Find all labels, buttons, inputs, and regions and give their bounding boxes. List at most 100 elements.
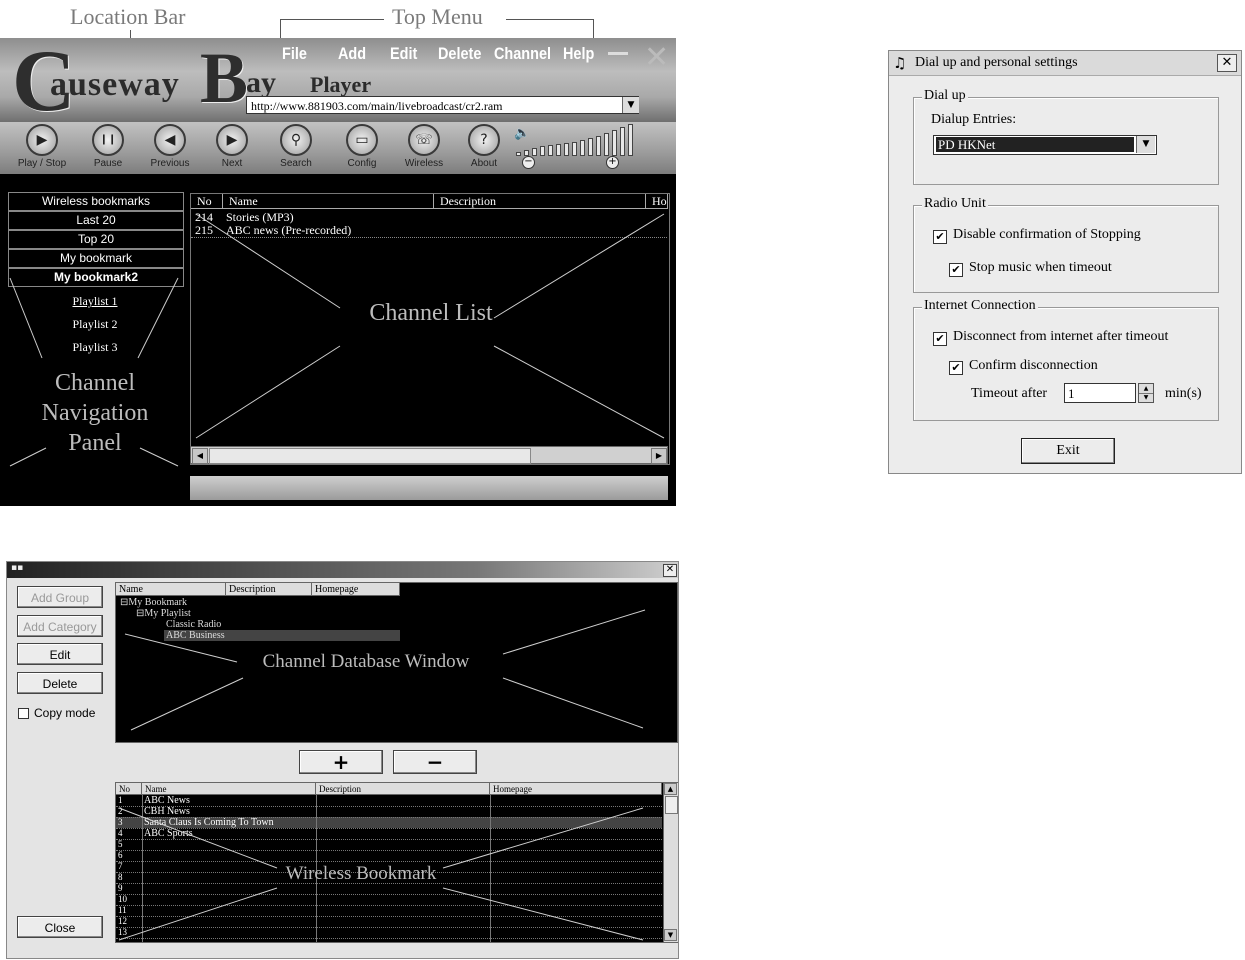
wireless-icon: ☏ — [408, 124, 440, 156]
tree-column-description[interactable]: Description — [226, 583, 312, 596]
wireless-button[interactable]: ☏ Wireless — [394, 124, 454, 172]
radio-unit-group: Radio Unit — [913, 196, 1219, 293]
nav-tab-my-bookmark[interactable]: My bookmark — [8, 249, 184, 268]
volume-up-icon[interactable]: + — [606, 156, 619, 169]
channel-database-window: ▪▪ ✕ Add Group Add Category Edit Delete … — [6, 561, 679, 959]
chevron-down-icon[interactable]: ▼ — [622, 97, 639, 113]
confirm-disconnection-checkbox[interactable]: ✔ — [949, 361, 963, 375]
chevron-down-icon[interactable]: ▼ — [1136, 136, 1155, 153]
volume-bar-6 — [556, 144, 561, 156]
list-column-description[interactable]: Description — [316, 783, 490, 795]
list-item-no: 5 — [118, 839, 123, 849]
scroll-left-icon[interactable]: ◀ — [192, 448, 208, 464]
scroll-up-icon[interactable]: ▲ — [664, 783, 677, 795]
tree-node-my-bookmark[interactable]: ⊟My Bookmark — [120, 597, 187, 608]
disable-confirmation-checkbox[interactable]: ✔ — [933, 230, 947, 244]
exit-button[interactable]: Exit — [1021, 438, 1115, 464]
add-to-bookmark-button[interactable]: + — [299, 750, 383, 774]
volume-bar-11 — [596, 136, 601, 156]
disconnect-after-timeout-checkbox[interactable]: ✔ — [933, 332, 947, 346]
pause-icon: ❙❙ — [92, 124, 124, 156]
volume-slider[interactable]: 🔈 − + — [512, 124, 636, 170]
config-button[interactable]: ▭ Config — [332, 124, 392, 172]
timeout-input[interactable]: 1 — [1064, 383, 1136, 403]
stop-music-checkbox[interactable]: ✔ — [949, 263, 963, 277]
disable-confirmation-label: Disable confirmation of Stopping — [953, 227, 1141, 242]
scroll-right-icon[interactable]: ▶ — [651, 448, 667, 464]
close-icon[interactable]: ✕ — [1217, 54, 1237, 72]
add-group-button[interactable]: Add Group — [17, 586, 103, 608]
list-column-homepage[interactable]: Homepage — [490, 783, 662, 795]
volume-down-icon[interactable]: − — [522, 156, 535, 169]
menu-add[interactable]: Add — [338, 44, 366, 64]
config-label: Config — [347, 158, 377, 169]
row-name: ABC news (Pre-recorded) — [226, 223, 352, 237]
list-column-no[interactable]: No — [116, 783, 142, 795]
tree-node-abc-business[interactable]: ABC Business — [166, 630, 225, 641]
edit-button[interactable]: Edit — [17, 643, 103, 665]
nav-tab-top-20[interactable]: Top 20 — [8, 230, 184, 249]
timeout-stepper[interactable]: ▲ ▼ — [1138, 383, 1154, 403]
menu-channel[interactable]: Channel — [494, 44, 551, 64]
column-header-name[interactable]: Name — [223, 194, 434, 209]
menu-file[interactable]: File — [282, 44, 307, 64]
list-item-no: 6 — [118, 850, 123, 860]
tree-node-classic-radio[interactable]: Classic Radio — [166, 619, 221, 630]
tree-node-my-playlist[interactable]: ⊟My Playlist — [136, 608, 191, 619]
scroll-down-icon[interactable]: ▼ — [664, 929, 677, 941]
player-toolbar: ▶ Play / Stop ❙❙ Pause ◀ Previous ▶ Next… — [0, 122, 676, 174]
play-icon: ▶ — [26, 124, 58, 156]
menu-edit[interactable]: Edit — [390, 44, 417, 64]
pause-button[interactable]: ❙❙ Pause — [78, 124, 138, 172]
tree-node-label: My Bookmark — [128, 597, 187, 608]
close-button[interactable]: Close — [17, 916, 103, 938]
copy-mode-label: Copy mode — [34, 706, 96, 720]
about-button[interactable]: ? About — [454, 124, 514, 172]
database-title-bar: ▪▪ ✕ — [7, 562, 678, 578]
dialup-entries-select[interactable]: PD HKNet ▼ — [933, 135, 1157, 155]
scroll-thumb[interactable] — [665, 796, 678, 814]
list-column-name[interactable]: Name — [142, 783, 316, 795]
playlist-item-3[interactable]: Playlist 3 — [8, 340, 182, 355]
add-category-button[interactable]: Add Category — [17, 615, 103, 637]
next-button[interactable]: ▶ Next — [202, 124, 262, 172]
overlay-line-navigation: Navigation — [41, 400, 149, 426]
remove-from-bookmark-button[interactable]: − — [393, 750, 477, 774]
delete-button[interactable]: Delete — [17, 672, 103, 694]
close-icon[interactable]: ✕ — [663, 564, 677, 577]
nav-tab-wireless-bookmarks[interactable]: Wireless bookmarks — [8, 192, 184, 211]
volume-bar-8 — [572, 142, 577, 156]
nav-tab-last-20[interactable]: Last 20 — [8, 211, 184, 230]
menu-delete[interactable]: Delete — [438, 44, 481, 64]
column-header-homepage[interactable]: Ho — [646, 194, 668, 209]
volume-bar-12 — [604, 133, 609, 156]
tree-column-name[interactable]: Name — [116, 583, 226, 596]
nav-tab-my-bookmark2[interactable]: My bookmark2 — [8, 268, 184, 287]
dialog-title: Dial up and personal settings — [915, 55, 1078, 70]
list-item-no: 8 — [118, 872, 123, 882]
minimize-icon[interactable] — [608, 52, 628, 55]
play-stop-button[interactable]: ▶ Play / Stop — [12, 124, 72, 172]
list-item-no: 4 — [118, 828, 123, 838]
radio-unit-group-title: Radio Unit — [922, 196, 988, 212]
tree-column-homepage[interactable]: Homepage — [312, 583, 400, 596]
playlist-item-1[interactable]: Playlist 1 — [8, 294, 182, 309]
column-header-description[interactable]: Description — [434, 194, 646, 209]
search-button[interactable]: ⚲ Search — [266, 124, 326, 172]
location-bar-input[interactable]: http://www.881903.com/main/livebroadcast… — [246, 96, 639, 114]
column-header-no[interactable]: No — [191, 194, 223, 209]
list-item[interactable]: 13 — [116, 927, 662, 939]
search-label: Search — [280, 158, 312, 169]
scroll-thumb[interactable] — [209, 448, 531, 464]
menu-help[interactable]: Help — [563, 44, 594, 64]
stepper-down-icon[interactable]: ▼ — [1139, 393, 1153, 402]
list-item-no: 9 — [118, 883, 123, 893]
close-icon[interactable]: ✕ — [644, 40, 669, 75]
channel-list-overlay-label: Channel List — [369, 300, 493, 326]
previous-button[interactable]: ◀ Previous — [140, 124, 200, 172]
channel-list-horizontal-scrollbar[interactable]: ◀ ▶ — [190, 446, 668, 464]
dialup-entries-label: Dialup Entries: — [931, 112, 1017, 127]
copy-mode-checkbox[interactable] — [18, 708, 29, 719]
playlist-item-2[interactable]: Playlist 2 — [8, 317, 182, 332]
list-vertical-scrollbar[interactable]: ▲ ▼ — [663, 783, 678, 942]
